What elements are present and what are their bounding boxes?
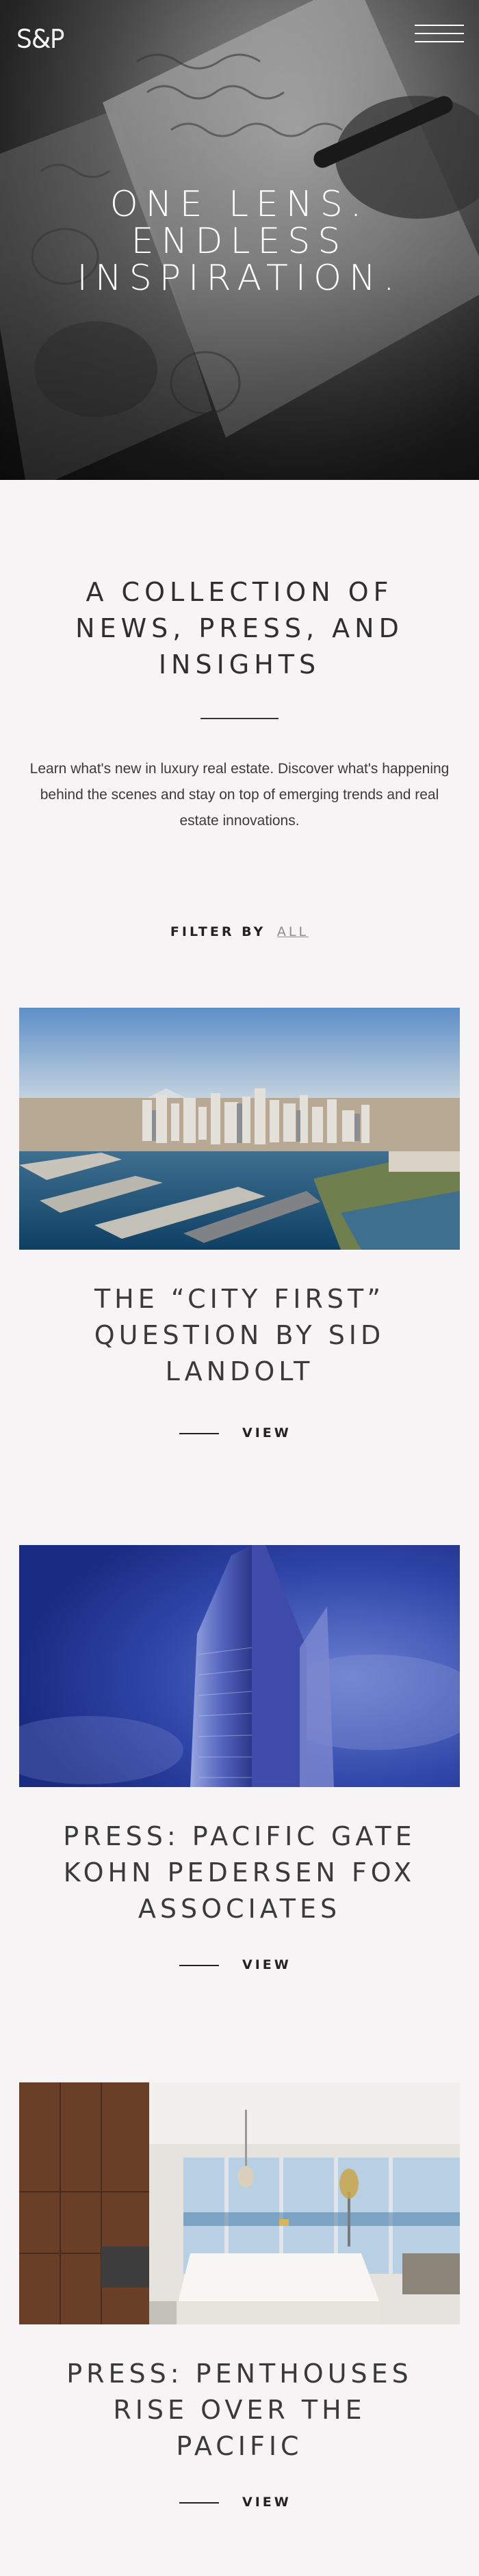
intro-title-line: NEWS, PRESS, AND: [75, 613, 404, 643]
menu-line: [415, 33, 464, 34]
view-link-label: VIEW: [242, 1425, 292, 1440]
post-title-line: PRESS: PENTHOUSES: [66, 2359, 413, 2389]
post-image[interactable]: [19, 1545, 460, 1787]
post-title[interactable]: PRESS: PENTHOUSES RISE OVER THE PACIFIC: [0, 2356, 479, 2465]
intro-title: A COLLECTION OF NEWS, PRESS, AND INSIGHT…: [0, 574, 479, 683]
hero-title: ONE LENS. ENDLESS INSPIRATION.: [0, 186, 479, 297]
filter-label: FILTER BY: [170, 924, 266, 939]
post-title-line: ASSOCIATES: [138, 1894, 341, 1924]
hamburger-menu-icon[interactable]: [415, 25, 464, 45]
menu-line: [415, 41, 464, 42]
view-link[interactable]: VIEW: [179, 1423, 302, 1444]
post-title[interactable]: THE “CITY FIRST” QUESTION BY SID LANDOLT: [0, 1281, 479, 1390]
view-link-label: VIEW: [242, 1957, 292, 1972]
view-link-line: [179, 1433, 219, 1434]
logo[interactable]: S&P: [16, 26, 123, 51]
intro-text: Learn what's new in luxury real estate. …: [29, 761, 450, 829]
intro-title-line: INSIGHTS: [158, 649, 321, 680]
post-title-line: KOHN PEDERSEN FOX: [63, 1857, 416, 1888]
post-title-line: RISE OVER THE: [113, 2395, 366, 2425]
intro-divider: [200, 718, 279, 719]
post-title[interactable]: PRESS: PACIFIC GATE KOHN PEDERSEN FOX AS…: [0, 1819, 479, 1927]
logo-text: S&P: [16, 26, 64, 51]
view-link-label: VIEW: [242, 2495, 292, 2510]
view-link[interactable]: VIEW: [179, 1955, 302, 1976]
hero-title-line: INSPIRATION.: [77, 258, 402, 299]
menu-line: [415, 25, 464, 26]
filter-bar: FILTER BY ALL: [0, 924, 479, 939]
intro-title-line: A COLLECTION OF: [86, 577, 393, 607]
post-image[interactable]: [19, 1008, 460, 1250]
filter-all-link[interactable]: ALL: [277, 924, 309, 939]
view-link-line: [179, 1965, 219, 1966]
view-link-line: [179, 2502, 219, 2504]
post-title-line: QUESTION BY SID: [94, 1320, 385, 1350]
view-link[interactable]: VIEW: [179, 2493, 302, 2513]
post-title-line: PACIFIC: [176, 2431, 303, 2461]
hero-title-line: ONE LENS.: [109, 184, 370, 225]
hero-section: S&P ONE LENS. ENDLESS INSPIRATION.: [0, 0, 479, 480]
post-title-line: THE “CITY FIRST”: [94, 1284, 385, 1314]
post-image[interactable]: [19, 2082, 460, 2324]
glass-tower-against-blue-sky-photo: [19, 1545, 460, 1787]
san-diego-waterfront-aerial-photo: [19, 1008, 460, 1250]
post-title-line: LANDOLT: [165, 1356, 314, 1386]
penthouse-kitchen-interior-photo: [19, 2082, 460, 2324]
post-title-line: PRESS: PACIFIC GATE: [63, 1821, 416, 1851]
hero-title-line: ENDLESS: [131, 221, 348, 262]
